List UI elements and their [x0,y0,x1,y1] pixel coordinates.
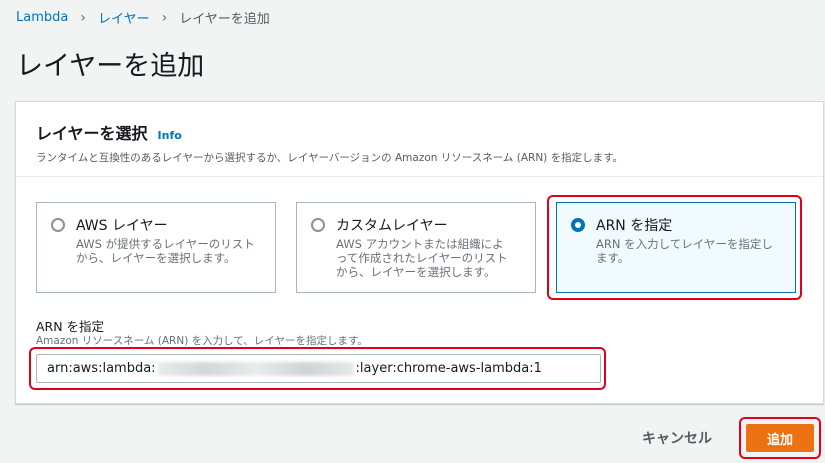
arn-field-description: Amazon リソースネーム (ARN) を入力して、レイヤーを指定します。 [36,335,368,347]
option-title: AWS レイヤー [76,218,168,234]
option-custom-layers[interactable]: カスタムレイヤー AWS アカウントまたは組織によ って作成されたレイヤーのリス… [296,202,536,293]
highlight-box-arn-option [547,195,802,300]
breadcrumb-current: レイヤーを追加 [179,12,270,27]
breadcrumb-layers-link[interactable]: レイヤー [98,8,150,27]
highlight-box-arn-input [29,347,606,390]
panel-description: ランタイムと互換性のあるレイヤーから選択するか、レイヤーバージョンの Amazo… [36,152,624,164]
radio-aws-layers[interactable] [51,218,65,232]
add-button[interactable]: 追加 [746,424,814,452]
page-title: レイヤーを追加 [16,51,205,82]
option-title: カスタムレイヤー [336,218,448,234]
breadcrumb-lambda-link[interactable]: Lambda [16,10,68,25]
panel-header: レイヤーを選択 Info ランタイムと互換性のあるレイヤーから選択するか、レイヤ… [16,102,823,177]
cancel-button[interactable]: キャンセル [642,428,712,448]
info-link[interactable]: Info [158,129,182,142]
chevron-right-icon: › [80,9,86,26]
breadcrumb: Lambda › レイヤー › レイヤーを追加 [16,8,270,28]
option-description: AWS アカウントまたは組織によ って作成されたレイヤーのリスト から、レイヤー… [336,237,508,279]
chevron-right-icon: › [161,9,168,26]
option-aws-layers[interactable]: AWS レイヤー AWS が提供するレイヤーのリスト から、レイヤーを選択します… [36,202,276,293]
panel-title: レイヤーを選択 [36,124,148,143]
radio-custom-layers[interactable] [311,218,325,232]
option-description: AWS が提供するレイヤーのリスト から、レイヤーを選択します。 [76,237,255,265]
